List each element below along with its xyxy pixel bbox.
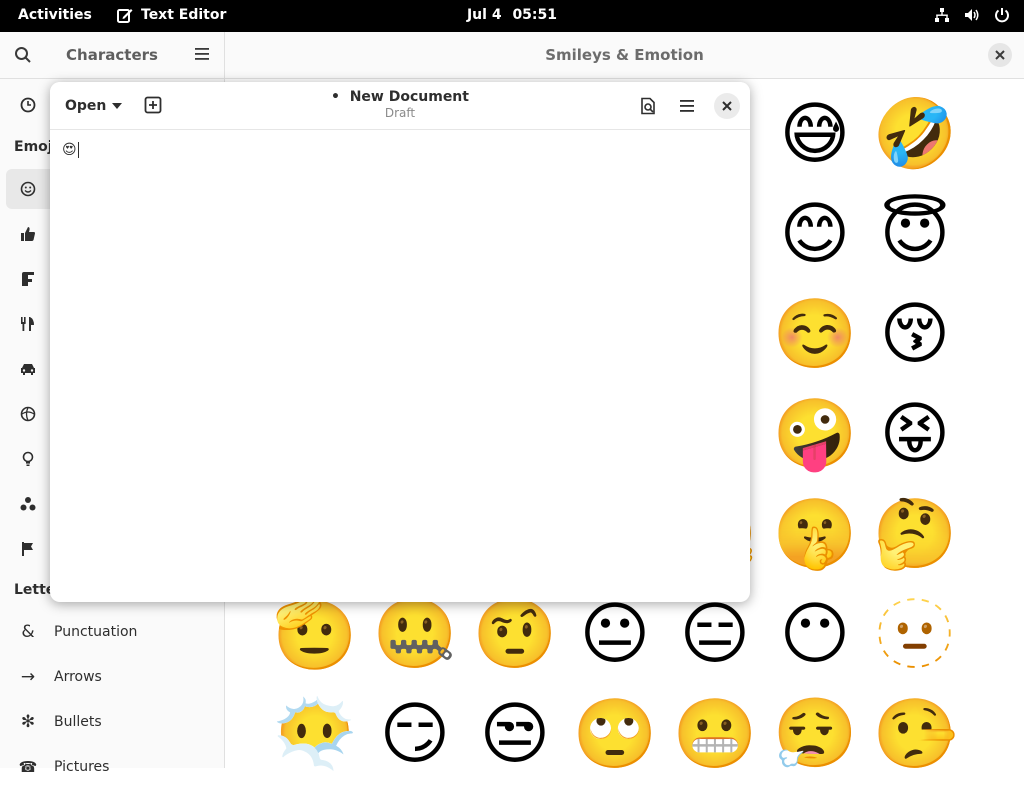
close-button[interactable] xyxy=(988,43,1012,67)
editor-headerbar: Open • New Document Draft xyxy=(50,82,750,130)
sidebar-title: Characters xyxy=(66,46,158,64)
emoji-cell[interactable]: 😐 xyxy=(570,590,660,680)
network-icon xyxy=(935,8,949,22)
volume-icon xyxy=(965,9,979,21)
emoji-cell[interactable]: 😑 xyxy=(670,590,760,680)
hamburger-menu-icon xyxy=(680,100,694,112)
close-icon xyxy=(995,50,1005,60)
clock-icon xyxy=(18,95,38,115)
content-header: Smileys & Emotion xyxy=(225,32,1024,79)
sidebar-item-label: Punctuation xyxy=(54,624,138,640)
main-menu-button[interactable] xyxy=(675,94,699,118)
emoji-cell[interactable]: 🤣 xyxy=(870,90,960,180)
emoji-cell[interactable]: 😇 xyxy=(870,190,960,280)
save-document-icon xyxy=(641,97,655,115)
system-tray[interactable] xyxy=(934,7,1010,23)
food-icon xyxy=(18,314,38,334)
clock-date: Jul 4 xyxy=(466,7,502,23)
activity-icon xyxy=(18,404,38,424)
emoji-cell[interactable]: 😒 xyxy=(470,690,560,780)
emoji-cell[interactable]: 😝 xyxy=(870,390,960,480)
emoji-cell[interactable]: 🫥 xyxy=(870,590,960,680)
emoji-cell[interactable]: 🤨 xyxy=(470,590,560,680)
clock[interactable]: Jul 4 05:51 xyxy=(0,7,1024,23)
sidebar-item-pictures[interactable]: ☎ Pictures xyxy=(6,747,218,787)
close-icon xyxy=(722,101,732,111)
emoji-cell[interactable]: 😬 xyxy=(670,690,760,780)
car-icon xyxy=(18,359,38,379)
emoji-cell[interactable]: 😮‍💨 xyxy=(770,690,860,780)
text-editor-window: Open • New Document Draft 😍 xyxy=(50,82,750,602)
text-content: 😍 xyxy=(62,142,77,158)
emoji-cell[interactable]: 😶 xyxy=(770,590,860,680)
symbols-icon xyxy=(18,494,38,514)
emoji-cell[interactable]: 🤥 xyxy=(870,690,960,780)
flag-icon xyxy=(18,539,38,559)
pictures-icon: ☎ xyxy=(18,758,38,776)
ampersand-icon: & xyxy=(21,622,35,642)
sidebar-item-label: Pictures xyxy=(54,759,110,775)
hamburger-menu-icon[interactable] xyxy=(194,46,210,62)
text-view[interactable]: 😍 xyxy=(62,142,79,158)
top-bar: Activities Text Editor Jul 4 05:51 xyxy=(0,0,1024,32)
bullet-icon: ✻ xyxy=(20,712,36,732)
section-emoji: Emoj xyxy=(14,139,53,155)
emoji-cell[interactable]: 🫡 xyxy=(270,590,360,680)
bulb-icon xyxy=(18,449,38,469)
thumbs-up-icon xyxy=(18,224,38,244)
document-name: New Document xyxy=(349,89,469,105)
sidebar-item-punctuation[interactable]: & Punctuation xyxy=(6,612,218,652)
sidebar-header: Characters xyxy=(0,32,224,79)
smiley-icon xyxy=(18,179,38,199)
clock-time: 05:51 xyxy=(512,7,558,23)
category-title: Smileys & Emotion xyxy=(545,46,704,64)
sidebar-item-label: Arrows xyxy=(54,669,102,685)
emoji-cell[interactable]: 🤔 xyxy=(870,490,960,580)
emoji-cell[interactable]: 🤫 xyxy=(770,490,860,580)
emoji-cell[interactable]: 🤐 xyxy=(370,590,460,680)
sidebar-item-label: Bullets xyxy=(54,714,102,730)
emoji-cell[interactable]: 🙄 xyxy=(570,690,660,780)
emoji-cell[interactable]: 🤪 xyxy=(770,390,860,480)
power-icon xyxy=(995,8,1009,23)
emoji-cell[interactable]: 😊 xyxy=(770,190,860,280)
modified-dot: • xyxy=(331,89,340,105)
window-close-button[interactable] xyxy=(714,93,740,119)
arrow-icon: → xyxy=(20,667,36,687)
emoji-cell[interactable]: 😅 xyxy=(770,90,860,180)
save-document-button[interactable] xyxy=(636,94,660,118)
animal-icon xyxy=(18,269,38,289)
emoji-cell[interactable]: 😚 xyxy=(870,290,960,380)
emoji-cell[interactable]: 😶‍🌫️ xyxy=(270,690,360,780)
emoji-cell[interactable]: 😏 xyxy=(370,690,460,780)
text-cursor xyxy=(77,142,79,158)
sidebar-item-arrows[interactable]: → Arrows xyxy=(6,657,218,697)
sidebar-item-bullets[interactable]: ✻ Bullets xyxy=(6,702,218,742)
emoji-cell[interactable]: ☺️ xyxy=(770,290,860,380)
